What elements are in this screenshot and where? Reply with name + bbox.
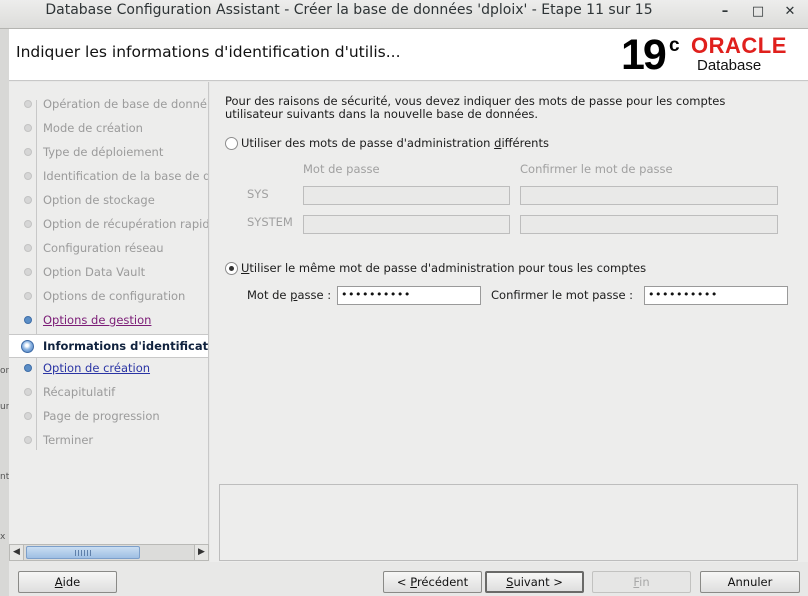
messages-area	[219, 484, 798, 561]
sidebar-step: Option de stockage	[9, 189, 208, 213]
sidebar-step: Récapitulatif	[9, 381, 208, 405]
step-indicator-icon	[24, 244, 32, 252]
maximize-icon[interactable]: □	[749, 3, 767, 21]
scroll-right-icon[interactable]: ▶	[194, 545, 208, 560]
logo-version: 19	[621, 31, 667, 79]
logo-version-suffix: c	[669, 35, 680, 56]
sidebar-step: Mode de création	[9, 117, 208, 141]
help-button[interactable]: Aide	[18, 571, 117, 593]
sidebar-step-label: Options de configuration	[43, 289, 186, 303]
step-indicator-icon	[21, 340, 34, 353]
column-password-header: Mot de passe	[303, 162, 380, 176]
sys-password-input[interactable]	[303, 186, 510, 205]
steps-sidebar: Opération de base de donné Mode de créati…	[9, 82, 209, 544]
close-icon[interactable]: ✕	[781, 3, 799, 21]
intro-text: Pour des raisons de sécurité, vous devez…	[225, 94, 726, 121]
page-title: Indiquer les informations d'identificati…	[16, 43, 401, 61]
sidebar-step-label: Option de stockage	[43, 193, 155, 207]
page-header: Indiquer les informations d'identificati…	[9, 29, 808, 81]
radio-same-password[interactable]	[225, 262, 238, 275]
sidebar-step-label: Type de déploiement	[43, 145, 164, 159]
system-confirm-input[interactable]	[520, 215, 778, 234]
sidebar-step: Identification de la base de d	[9, 165, 209, 189]
sidebar-step-label: Terminer	[43, 433, 94, 447]
step-indicator-icon	[24, 268, 32, 276]
sidebar-step: Options de configuration	[9, 285, 208, 309]
step-indicator-icon	[24, 316, 32, 324]
window-titlebar: Database Configuration Assistant - Créer…	[0, 0, 808, 29]
step-indicator-icon	[24, 172, 32, 180]
sidebar-step: Configuration réseau	[9, 237, 208, 261]
confirm-password-label: Confirmer le mot passe :	[491, 288, 634, 302]
sidebar-step: Option de récupération rapid	[9, 213, 209, 237]
password-label: Mot de passe :	[247, 288, 332, 302]
step-indicator-icon	[24, 100, 32, 108]
step-indicator-icon	[24, 436, 32, 444]
next-button[interactable]: Suivant >	[485, 571, 584, 593]
sidebar-step: Option Data Vault	[9, 261, 208, 285]
sidebar-step-label: Page de progression	[43, 409, 160, 423]
cancel-button[interactable]: Annuler	[700, 571, 800, 593]
sidebar-step-label: Récapitulatif	[43, 385, 116, 399]
sidebar-step-label[interactable]: Informations d'identificati	[43, 339, 208, 353]
window-title: Database Configuration Assistant - Créer…	[45, 2, 653, 18]
sidebar-step[interactable]: Options de gestion	[9, 309, 208, 333]
finish-button[interactable]: Fin	[592, 571, 691, 593]
sidebar-step-label: Option Data Vault	[43, 265, 146, 279]
sidebar-step-label: Mode de création	[43, 121, 143, 135]
step-indicator-icon	[24, 196, 32, 204]
step-indicator-icon	[24, 388, 32, 396]
step-indicator-icon	[24, 124, 32, 132]
sidebar-step-label: Configuration réseau	[43, 241, 164, 255]
sidebar-step: Page de progression	[9, 405, 208, 429]
edge-text: ur	[0, 402, 10, 412]
scroll-left-icon[interactable]: ◀	[10, 545, 24, 560]
password-input[interactable]: ••••••••••	[337, 286, 481, 305]
system-password-input[interactable]	[303, 215, 510, 234]
main-panel: Pour des raisons de sécurité, vous devez…	[210, 82, 808, 562]
option-different-label[interactable]: Utiliser des mots de passe d'administrat…	[241, 136, 549, 150]
sidebar-step[interactable]: Informations d'identificati	[9, 334, 208, 358]
sidebar-step: Type de déploiement	[9, 141, 208, 165]
sidebar-step-label: Option de récupération rapid	[43, 217, 209, 231]
sidebar-step: Opération de base de donné	[9, 93, 208, 117]
scrollbar-thumb[interactable]	[26, 546, 140, 559]
sys-confirm-input[interactable]	[520, 186, 778, 205]
minimize-icon[interactable]: –	[716, 3, 734, 21]
sidebar-step-label: Opération de base de donné	[43, 97, 208, 111]
step-indicator-icon	[24, 148, 32, 156]
confirm-password-value: ••••••••••	[648, 288, 718, 301]
step-indicator-icon	[24, 292, 32, 300]
previous-button[interactable]: < Précédent	[383, 571, 482, 593]
row-system-label: SYSTEM	[247, 215, 293, 229]
oracle-logo: ORACLE	[691, 33, 787, 58]
step-indicator-icon	[24, 220, 32, 228]
confirm-password-input[interactable]: ••••••••••	[644, 286, 788, 305]
sidebar-step-label[interactable]: Option de création	[43, 361, 150, 375]
sidebar-step-label: Identification de la base de d	[43, 169, 209, 183]
grip-icon	[75, 550, 93, 556]
background-window-edge: on ur nt x	[0, 29, 11, 596]
column-confirm-header: Confirmer le mot de passe	[520, 162, 673, 176]
radio-different-passwords[interactable]	[225, 137, 238, 150]
sidebar-step[interactable]: Option de création	[9, 357, 208, 381]
logo-product: Database	[697, 57, 762, 74]
sidebar-horizontal-scrollbar[interactable]: ◀ ▶	[9, 544, 209, 561]
sidebar-step-label[interactable]: Options de gestion	[43, 313, 151, 327]
step-indicator-icon	[24, 412, 32, 420]
row-sys-label: SYS	[247, 187, 269, 201]
step-indicator-icon	[24, 364, 32, 372]
sidebar-step: Terminer	[9, 429, 208, 453]
edge-text: x	[0, 532, 6, 542]
edge-text: nt	[0, 472, 10, 482]
option-same-label[interactable]: Utiliser le même mot de passe d'administ…	[241, 261, 646, 275]
password-value: ••••••••••	[341, 288, 411, 301]
